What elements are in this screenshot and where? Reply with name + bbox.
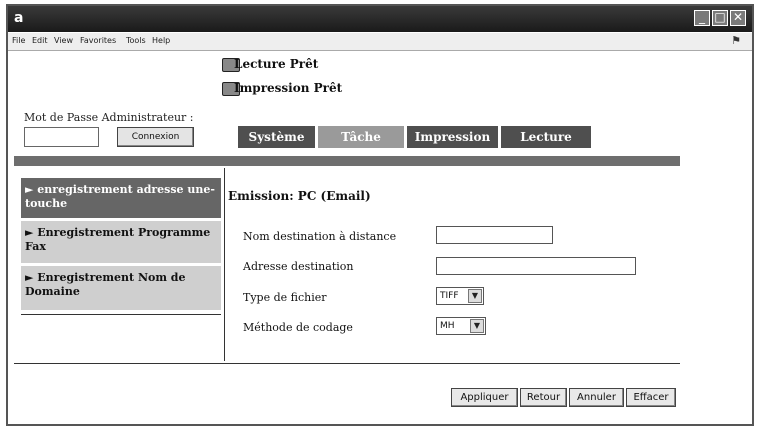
chevron-down-icon: ▼ bbox=[468, 289, 482, 303]
header-divider-bar bbox=[14, 156, 680, 166]
menu-bar: File Edit View Favorites Tools Help ⚑ bbox=[8, 33, 752, 51]
reading-status: Lecture Prêt bbox=[234, 57, 319, 71]
sidebar-item-one-touch[interactable]: ► enregistrement adresse une-touche bbox=[21, 178, 221, 218]
menu-help[interactable]: Help bbox=[152, 36, 170, 45]
admin-password-input[interactable] bbox=[24, 127, 99, 147]
menu-tools[interactable]: Tools bbox=[126, 36, 146, 45]
admin-password-label: Mot de Passe Administrateur : bbox=[24, 111, 194, 124]
back-button[interactable]: Retour bbox=[520, 388, 567, 407]
title-bar: a _ □ ✕ bbox=[8, 6, 752, 32]
tab-lecture[interactable]: Lecture bbox=[501, 126, 591, 148]
file-type-select[interactable]: TIFF ▼ bbox=[436, 287, 484, 305]
remote-name-label: Nom destination à distance bbox=[243, 230, 397, 243]
sidebar-divider bbox=[21, 314, 221, 315]
windows-logo-icon: ⚑ bbox=[731, 34, 741, 47]
file-type-label: Type de fichier bbox=[243, 291, 327, 304]
printing-status: Impression Prêt bbox=[234, 81, 343, 95]
section-title: Emission: PC (Email) bbox=[228, 189, 371, 203]
menu-favorites[interactable]: Favorites bbox=[80, 36, 116, 45]
encoding-select[interactable]: MH ▼ bbox=[436, 317, 486, 335]
menu-view[interactable]: View bbox=[54, 36, 73, 45]
tab-impression[interactable]: Impression bbox=[407, 126, 498, 148]
minimize-button[interactable]: _ bbox=[694, 10, 710, 26]
maximize-button[interactable]: □ bbox=[712, 10, 728, 26]
login-button[interactable]: Connexion bbox=[117, 127, 194, 147]
encoding-value: MH bbox=[440, 321, 455, 331]
cancel-button[interactable]: Annuler bbox=[569, 388, 624, 407]
app-icon: a bbox=[14, 10, 24, 26]
address-input[interactable] bbox=[436, 257, 636, 275]
close-button[interactable]: ✕ bbox=[730, 10, 746, 26]
remote-name-input[interactable] bbox=[436, 226, 553, 244]
menu-file[interactable]: File bbox=[12, 36, 25, 45]
clear-button[interactable]: Effacer bbox=[626, 388, 676, 407]
apply-button[interactable]: Appliquer bbox=[451, 388, 518, 407]
browser-window: a _ □ ✕ File Edit View Favorites Tools H… bbox=[6, 4, 754, 426]
sidebar-item-domain-name[interactable]: ► Enregistrement Nom de Domaine bbox=[21, 266, 221, 310]
encoding-label: Méthode de codage bbox=[243, 321, 353, 334]
sidebar-item-fax-program[interactable]: ► Enregistrement Programme Fax bbox=[21, 221, 221, 263]
menu-edit[interactable]: Edit bbox=[32, 36, 48, 45]
tab-tache[interactable]: Tâche bbox=[318, 126, 404, 148]
chevron-down-icon: ▼ bbox=[470, 319, 484, 333]
content-divider bbox=[224, 168, 225, 361]
tab-systeme[interactable]: Système bbox=[238, 126, 315, 148]
footer-divider bbox=[14, 363, 680, 364]
address-label: Adresse destination bbox=[243, 260, 354, 273]
file-type-value: TIFF bbox=[440, 291, 459, 301]
